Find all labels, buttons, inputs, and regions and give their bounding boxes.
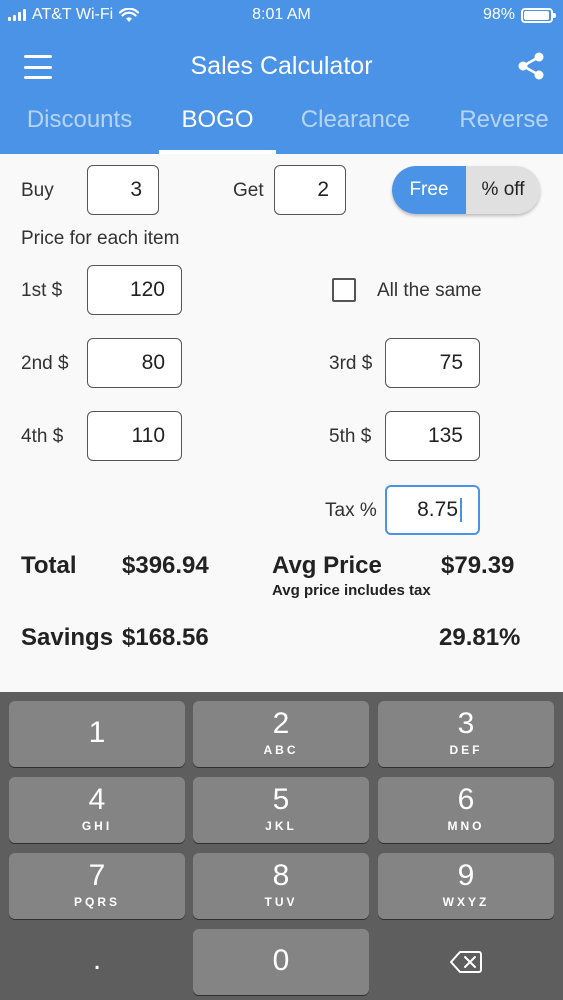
app-title: Sales Calculator	[190, 52, 373, 80]
tab-bogo[interactable]: BOGO	[159, 106, 276, 134]
app-header: AT&T Wi-Fi 8:01 AM 98% Sales Calculator	[0, 0, 563, 154]
get-label: Get	[233, 180, 264, 201]
item2-label: 2nd $	[21, 353, 69, 374]
key-1[interactable]: 1	[9, 701, 185, 767]
battery-icon	[521, 7, 556, 23]
key-7[interactable]: 7 PQRS	[9, 853, 185, 919]
price-header: Price for each item	[21, 228, 180, 249]
tab-discounts[interactable]: Discounts	[0, 106, 159, 134]
item5-label: 5th $	[329, 426, 372, 447]
tab-bar: Discounts BOGO Clearance Reverse	[0, 100, 563, 154]
all-same-checkbox[interactable]	[332, 278, 356, 302]
status-bar: AT&T Wi-Fi 8:01 AM 98%	[0, 0, 563, 30]
tax-label: Tax %	[325, 500, 377, 521]
avg-price-value: $79.39	[441, 552, 515, 579]
share-icon[interactable]	[515, 50, 547, 82]
text-cursor	[460, 498, 462, 522]
mode-free-button[interactable]: Free	[392, 166, 466, 214]
buy-label: Buy	[21, 180, 54, 201]
avg-price-label: Avg Price	[272, 552, 382, 579]
tab-clearance[interactable]: Clearance	[283, 106, 428, 134]
app-bar: Sales Calculator	[0, 40, 563, 92]
key-3[interactable]: 3 DEF	[378, 701, 554, 767]
key-8[interactable]: 8 TUV	[193, 853, 369, 919]
item3-label: 3rd $	[329, 353, 373, 374]
all-same-label: All the same	[377, 280, 482, 301]
item4-input[interactable]: 110	[87, 411, 182, 461]
key-9[interactable]: 9 WXYZ	[378, 853, 554, 919]
item4-label: 4th $	[21, 426, 64, 447]
numeric-keypad: 1 2 ABC 3 DEF 4 GHI 5 JKL 6 MNO 7 PQRS 8 TUV 9W…	[0, 692, 563, 1000]
key-4[interactable]: 4 GHI	[9, 777, 185, 843]
battery-percent: 98%	[482, 6, 515, 23]
item1-input[interactable]: 120	[87, 265, 182, 315]
savings-value: $168.56	[122, 624, 209, 651]
avg-price-note: Avg price includes tax	[272, 582, 431, 599]
status-time: 8:01 AM	[252, 6, 311, 23]
savings-label: Savings	[21, 624, 114, 651]
get-input[interactable]: 2	[274, 165, 346, 215]
item2-input[interactable]: 80	[87, 338, 182, 388]
total-label: Total	[21, 552, 77, 579]
buy-input[interactable]: 3	[87, 165, 159, 215]
key-2[interactable]: 2 ABC	[193, 701, 369, 767]
discount-mode-toggle: Free % off	[392, 166, 540, 214]
item5-input[interactable]: 135	[385, 411, 480, 461]
item1-label: 1st $	[21, 280, 63, 301]
key-backspace[interactable]	[378, 929, 554, 995]
tax-input[interactable]: 8.75	[385, 485, 480, 535]
key-5[interactable]: 5 JKL	[193, 777, 369, 843]
item3-input[interactable]: 75	[385, 338, 480, 388]
savings-percent: 29.81%	[439, 624, 521, 651]
key-6[interactable]: 6 MNO	[378, 777, 554, 843]
key-0[interactable]: 0	[193, 929, 369, 995]
tab-indicator	[159, 150, 276, 154]
backspace-icon	[450, 951, 482, 973]
mode-percent-button[interactable]: % off	[466, 166, 540, 214]
total-value: $396.94	[122, 552, 209, 579]
tab-reverse[interactable]: Reverse	[440, 106, 563, 134]
key-decimal[interactable]: .	[9, 929, 185, 995]
tax-value: 8.75	[417, 498, 458, 521]
